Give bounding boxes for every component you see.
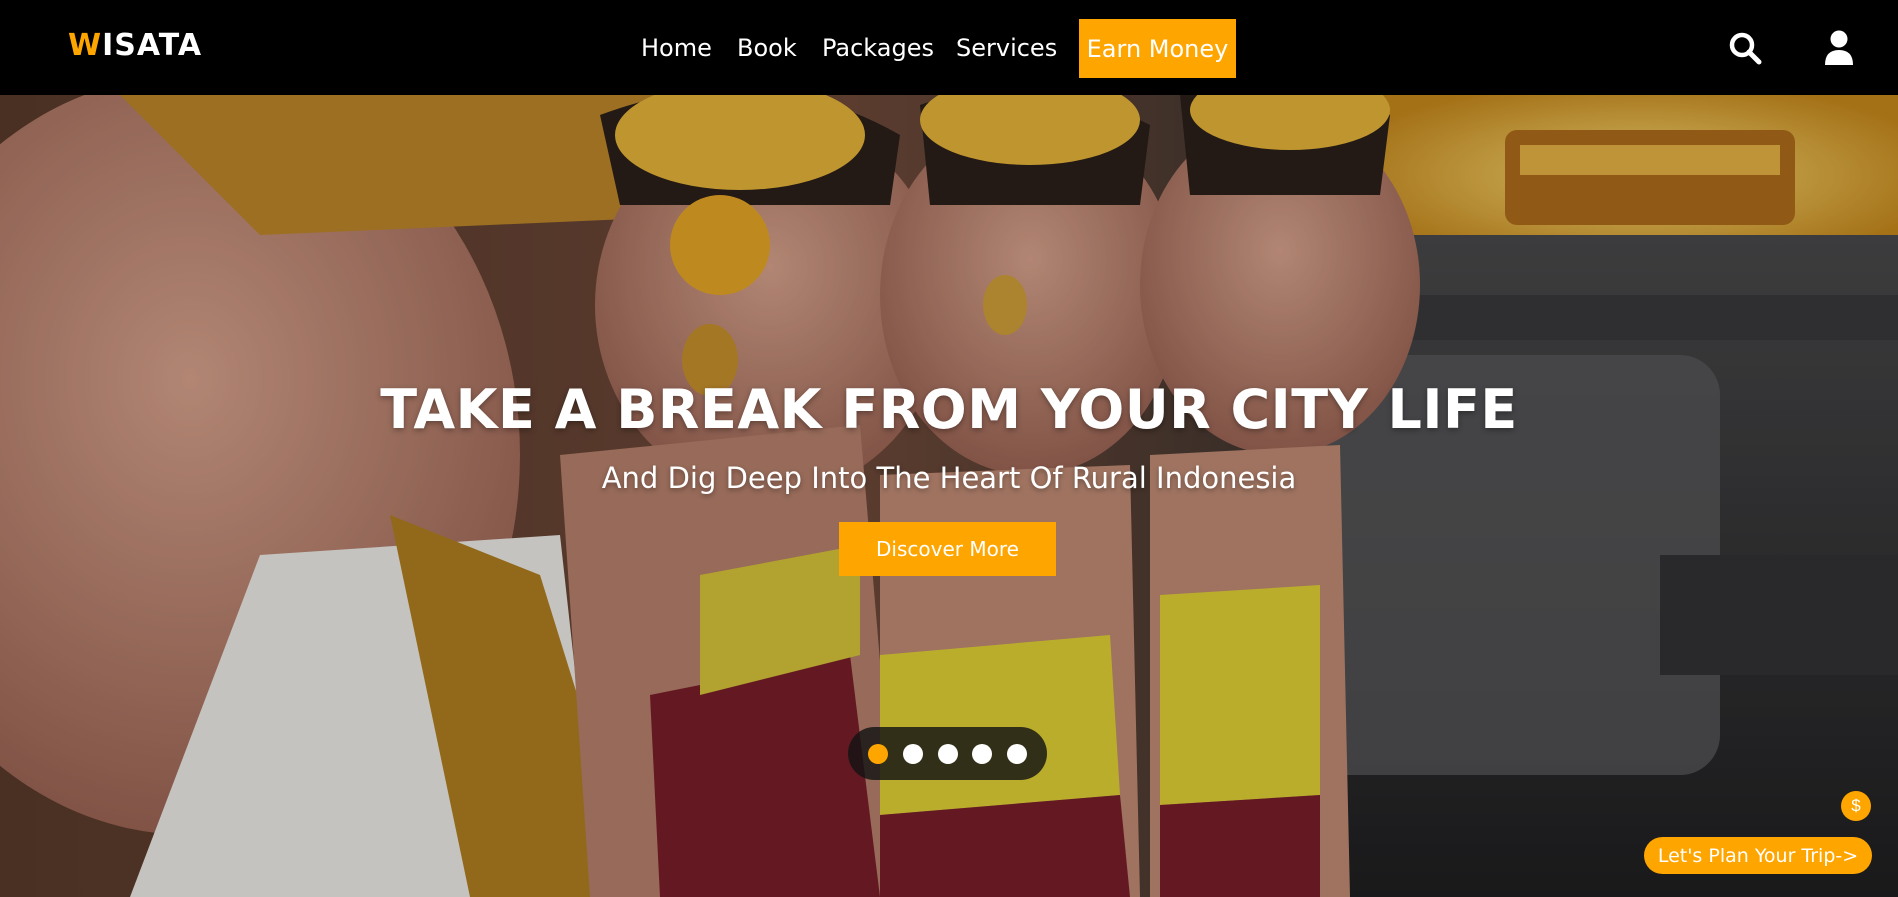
slide-dot-2[interactable] xyxy=(903,744,923,764)
slide-dot-1[interactable] xyxy=(868,744,888,764)
hero-title: TAKE A BREAK FROM YOUR CITY LIFE xyxy=(380,378,1518,441)
nav-home-link[interactable]: Home xyxy=(641,34,712,62)
earn-money-button[interactable]: Earn Money xyxy=(1079,19,1236,78)
nav-book-link[interactable]: Book xyxy=(737,34,797,62)
slider-pagination xyxy=(848,727,1047,780)
hero-subtitle: And Dig Deep Into The Heart Of Rural Ind… xyxy=(601,461,1297,495)
plan-trip-button[interactable]: Let's Plan Your Trip-> xyxy=(1644,837,1872,874)
top-navbar: WISATA Home Book Packages Services Earn … xyxy=(0,0,1898,95)
user-icon[interactable] xyxy=(1819,28,1859,68)
slide-dot-5[interactable] xyxy=(1007,744,1027,764)
main-nav: Home Book Packages Services Earn Money xyxy=(0,0,1898,95)
slide-dot-3[interactable] xyxy=(938,744,958,764)
nav-services-link[interactable]: Services xyxy=(956,34,1057,62)
slide-dot-4[interactable] xyxy=(972,744,992,764)
hero-section: TAKE A BREAK FROM YOUR CITY LIFE And Dig… xyxy=(0,95,1898,897)
search-icon[interactable] xyxy=(1725,28,1765,68)
nav-packages-link[interactable]: Packages xyxy=(822,34,934,62)
discover-more-button[interactable]: Discover More xyxy=(839,522,1056,576)
dollar-coin-icon[interactable]: $ xyxy=(1841,791,1871,821)
